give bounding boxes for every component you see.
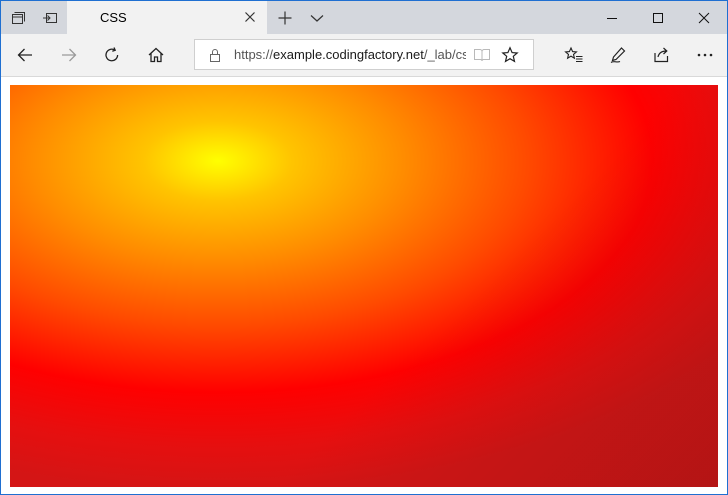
tab-actions-icon[interactable] bbox=[2, 1, 34, 34]
favorites-list-icon[interactable] bbox=[552, 34, 596, 76]
lock-icon bbox=[207, 47, 223, 63]
arrow-left-icon[interactable] bbox=[3, 34, 47, 76]
home-icon[interactable] bbox=[134, 34, 178, 76]
plus-icon[interactable] bbox=[269, 1, 301, 34]
refresh-icon[interactable] bbox=[90, 34, 134, 76]
tab-title: CSS bbox=[100, 10, 127, 25]
tab-bar: CSS bbox=[1, 1, 727, 34]
page-viewport bbox=[1, 77, 727, 494]
address-bar[interactable]: https://example.codingfactory.net/_lab/c… bbox=[194, 39, 534, 70]
star-icon[interactable] bbox=[501, 46, 519, 64]
close-window-icon[interactable] bbox=[681, 1, 727, 34]
url-path: /_lab/cs bbox=[423, 47, 466, 62]
radial-gradient-box bbox=[10, 85, 718, 487]
minimize-icon[interactable] bbox=[589, 1, 635, 34]
url-text[interactable]: https://example.codingfactory.net/_lab/c… bbox=[234, 47, 466, 62]
browser-window: CSS https://example.codingfactory.net/_l… bbox=[0, 0, 728, 495]
pen-icon[interactable] bbox=[596, 34, 640, 76]
book-icon[interactable] bbox=[473, 47, 491, 63]
close-icon[interactable] bbox=[240, 7, 260, 27]
set-aside-tabs-icon[interactable] bbox=[34, 1, 66, 34]
url-host: example.codingfactory.net bbox=[273, 47, 424, 62]
share-icon[interactable] bbox=[639, 34, 683, 76]
tab-css[interactable]: CSS bbox=[67, 1, 267, 34]
ellipsis-icon[interactable] bbox=[683, 34, 727, 76]
chevron-down-icon[interactable] bbox=[301, 1, 333, 34]
arrow-right-icon[interactable] bbox=[47, 34, 91, 76]
navigation-bar: https://example.codingfactory.net/_lab/c… bbox=[1, 34, 727, 76]
url-scheme: https:// bbox=[234, 47, 274, 62]
maximize-icon[interactable] bbox=[635, 1, 681, 34]
